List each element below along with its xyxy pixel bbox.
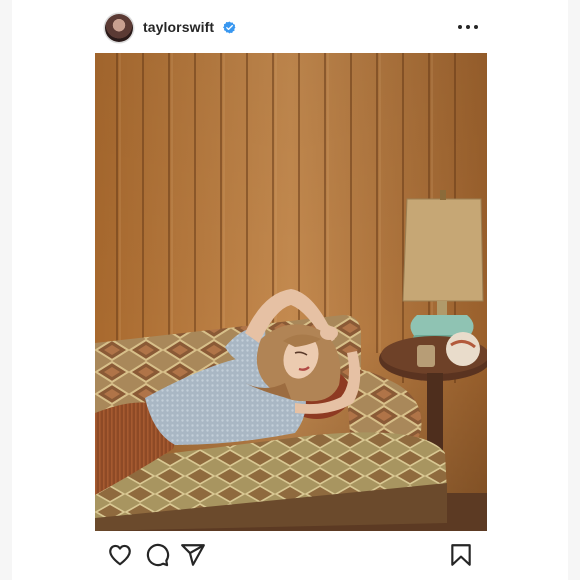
comment-icon[interactable]	[144, 542, 170, 568]
post-image[interactable]	[95, 53, 487, 531]
post-header: taylorswift	[12, 0, 568, 54]
more-options-icon[interactable]	[456, 19, 480, 35]
instagram-post: taylorswift	[12, 0, 568, 580]
post-photo	[95, 53, 487, 531]
post-actions	[12, 532, 568, 580]
heart-icon[interactable]	[107, 542, 133, 568]
send-icon[interactable]	[180, 542, 206, 568]
verified-badge-icon	[223, 21, 236, 34]
username[interactable]: taylorswift	[143, 19, 214, 35]
bookmark-icon[interactable]	[448, 542, 474, 568]
avatar[interactable]	[105, 14, 133, 42]
